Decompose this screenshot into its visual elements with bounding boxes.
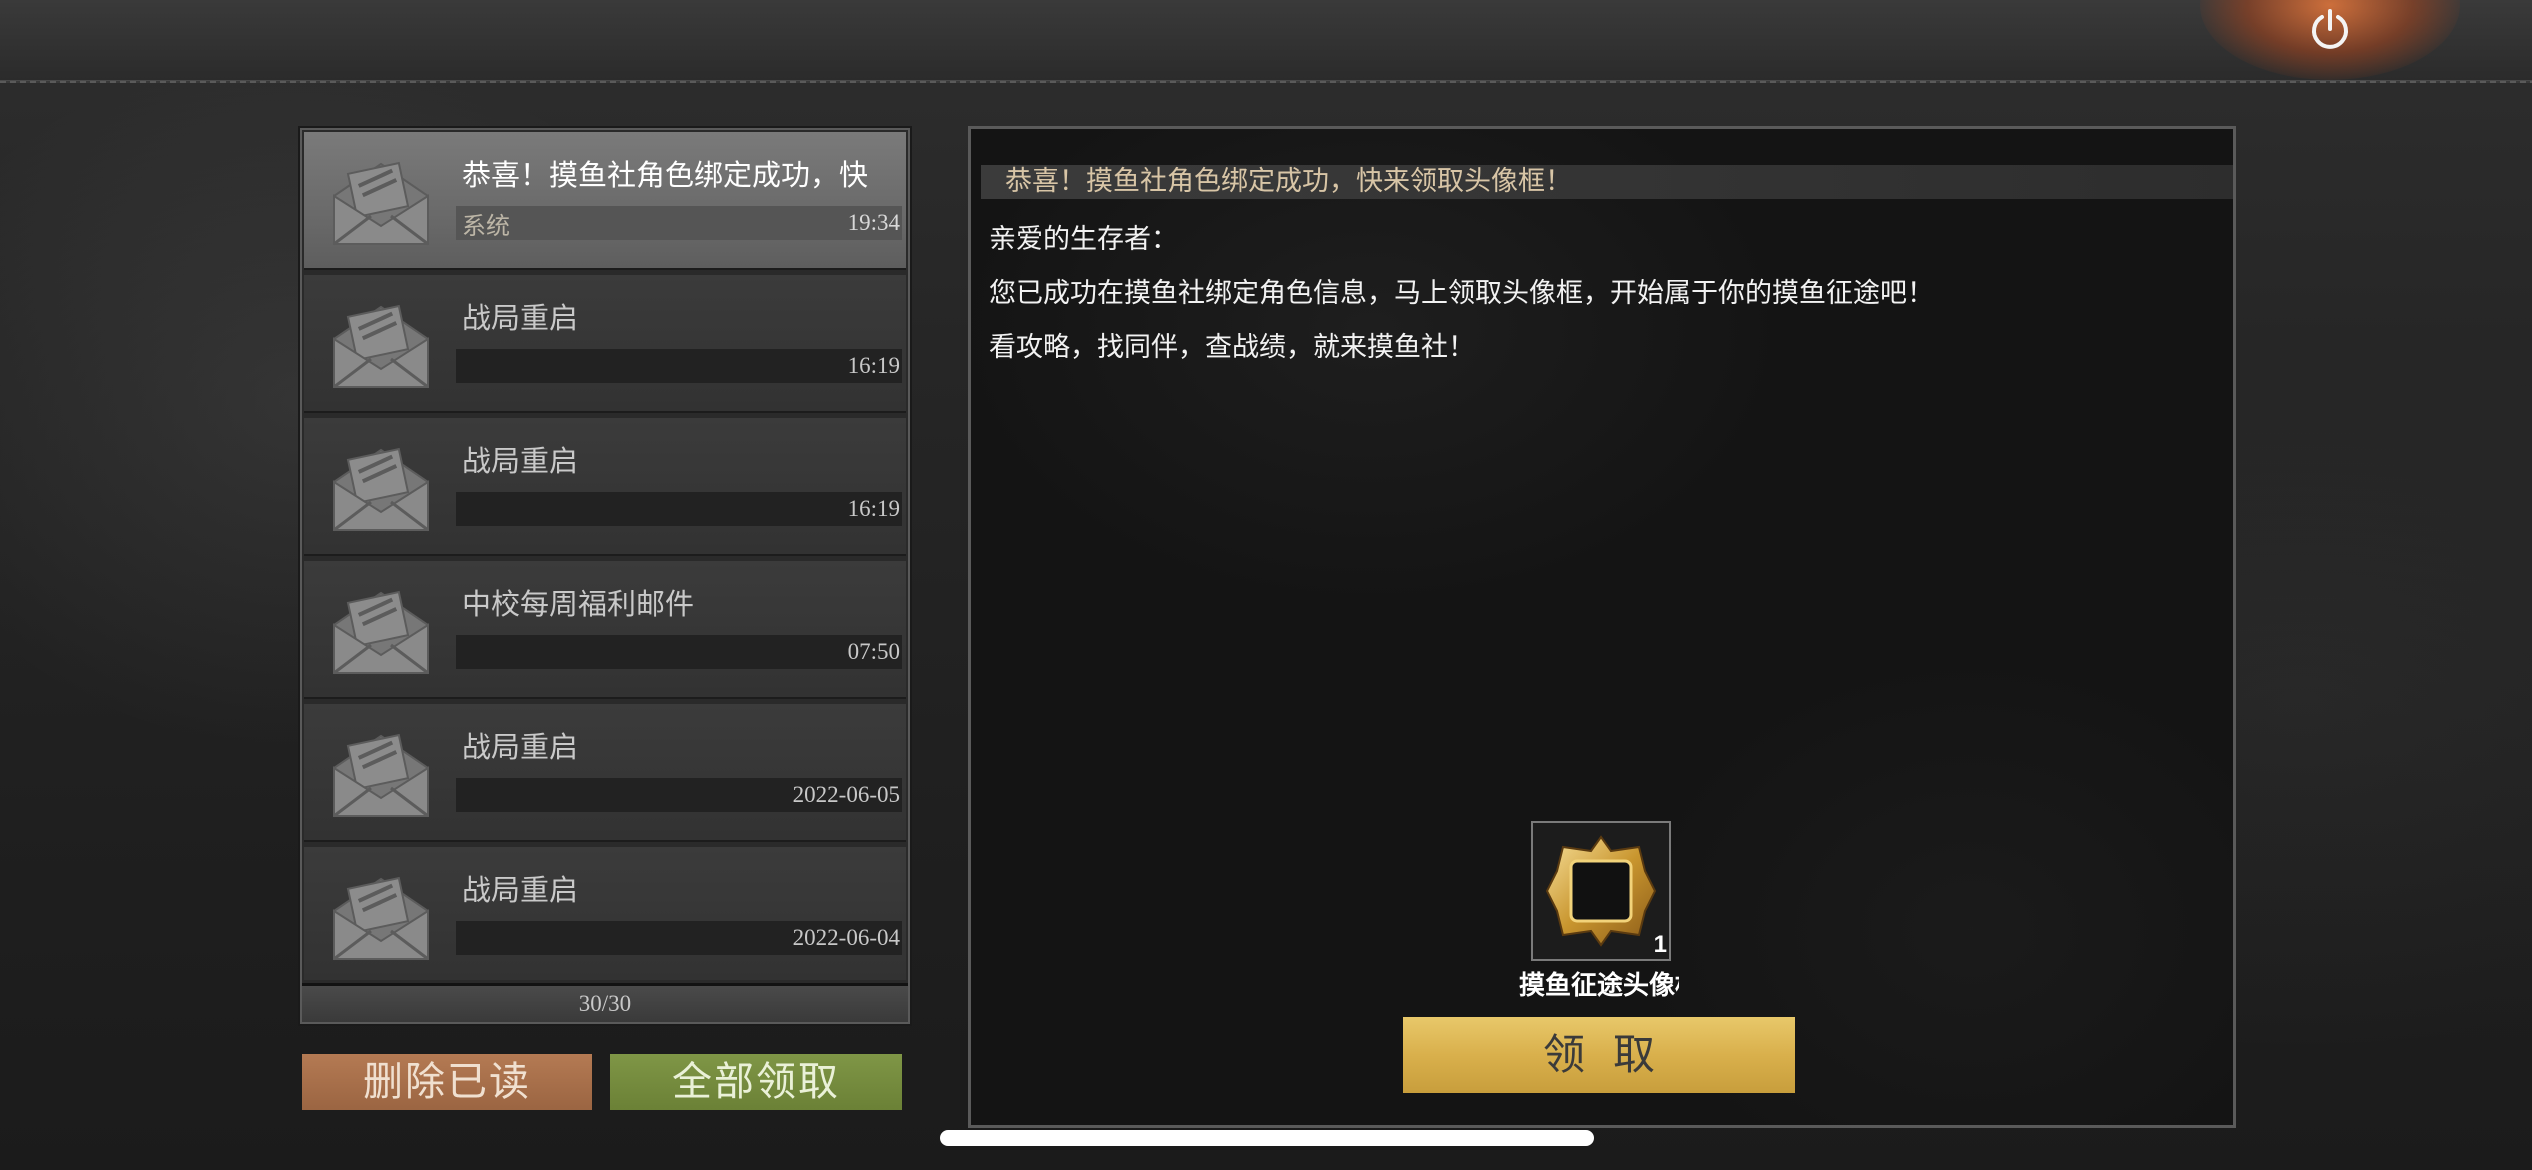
mail-item[interactable]: 战局重启 16:19 [304, 275, 906, 413]
mail-item[interactable]: 战局重启 16:19 [304, 418, 906, 556]
power-icon [2312, 9, 2348, 49]
mail-item-time: 19:34 [847, 210, 900, 235]
power-button[interactable] [2290, 0, 2370, 60]
mail-item-meta: 16:19 [456, 349, 902, 383]
gold-avatar-frame-icon [1545, 835, 1657, 947]
mail-line-1: 您已成功在摸鱼社绑定角色信息，马上领取头像框，开始属于你的摸鱼征途吧！ [989, 278, 1934, 309]
mail-detail-body: 亲爱的生存者： 您已成功在摸鱼社绑定角色信息，马上领取头像框，开始属于你的摸鱼征… [989, 213, 2189, 375]
mail-item[interactable]: 中校每周福利邮件 07:50 [304, 561, 906, 699]
open-envelope-icon [326, 863, 436, 967]
mail-item-time: 16:19 [847, 353, 900, 378]
mail-detail-title: 恭喜！摸鱼社角色绑定成功，快来领取头像框！ [981, 165, 2233, 199]
mail-detail-panel: 恭喜！摸鱼社角色绑定成功，快来领取头像框！ 亲爱的生存者： 您已成功在摸鱼社绑定… [968, 126, 2236, 1128]
home-indicator[interactable] [940, 1130, 1594, 1146]
mail-item-meta: 系统 19:34 [456, 206, 902, 240]
mail-item-meta: 2022-06-04 [456, 921, 902, 955]
mail-item-title: 战局重启 [462, 873, 579, 907]
top-bar [0, 0, 2532, 83]
mail-count: 30/30 [302, 983, 908, 1022]
mail-item-title: 恭喜！摸鱼社角色绑定成功，快 [462, 158, 869, 192]
mail-list[interactable]: 恭喜！摸鱼社角色绑定成功，快系统 19:34 战局重启 16:19 战局重启 16:19 中… [302, 130, 908, 980]
claim-button[interactable]: 领取 [1403, 1017, 1795, 1093]
open-envelope-icon [326, 434, 436, 538]
mail-item-title: 战局重启 [462, 444, 579, 478]
mail-item-time: 16:19 [847, 496, 900, 521]
mail-item-meta: 07:50 [456, 635, 902, 669]
mail-greeting: 亲爱的生存者： [989, 224, 1178, 255]
delete-read-button[interactable]: 删除已读 [302, 1054, 592, 1110]
mail-item[interactable]: 战局重启 2022-06-04 [304, 847, 906, 980]
mail-item-time: 2022-06-04 [792, 925, 900, 950]
open-envelope-icon [326, 291, 436, 395]
mail-item-time: 07:50 [847, 639, 900, 664]
reward-name: 摸鱼征途头像框 [1519, 971, 1679, 1001]
mail-item-meta: 2022-06-05 [456, 778, 902, 812]
open-envelope-icon [326, 577, 436, 681]
claim-all-button[interactable]: 全部领取 [610, 1054, 902, 1110]
open-envelope-icon [326, 720, 436, 824]
mail-line-2: 看攻略，找同伴，查战绩，就来摸鱼社！ [989, 332, 1475, 363]
mail-item-title: 中校每周福利邮件 [462, 587, 695, 621]
mail-item-meta: 16:19 [456, 492, 902, 526]
mail-item[interactable]: 战局重启 2022-06-05 [304, 704, 906, 842]
open-envelope-icon [326, 148, 436, 252]
reward-item[interactable]: 1 [1531, 821, 1671, 961]
reward-quantity: 1 [1653, 931, 1667, 958]
mail-item[interactable]: 恭喜！摸鱼社角色绑定成功，快系统 19:34 [304, 132, 906, 270]
mail-item-title: 战局重启 [462, 301, 579, 335]
mail-list-panel: 恭喜！摸鱼社角色绑定成功，快系统 19:34 战局重启 16:19 战局重启 16:19 中… [300, 128, 910, 1024]
mail-item-title: 战局重启 [462, 730, 579, 764]
mail-item-time: 2022-06-05 [792, 782, 900, 807]
mail-item-sender: 系统 [462, 211, 510, 240]
